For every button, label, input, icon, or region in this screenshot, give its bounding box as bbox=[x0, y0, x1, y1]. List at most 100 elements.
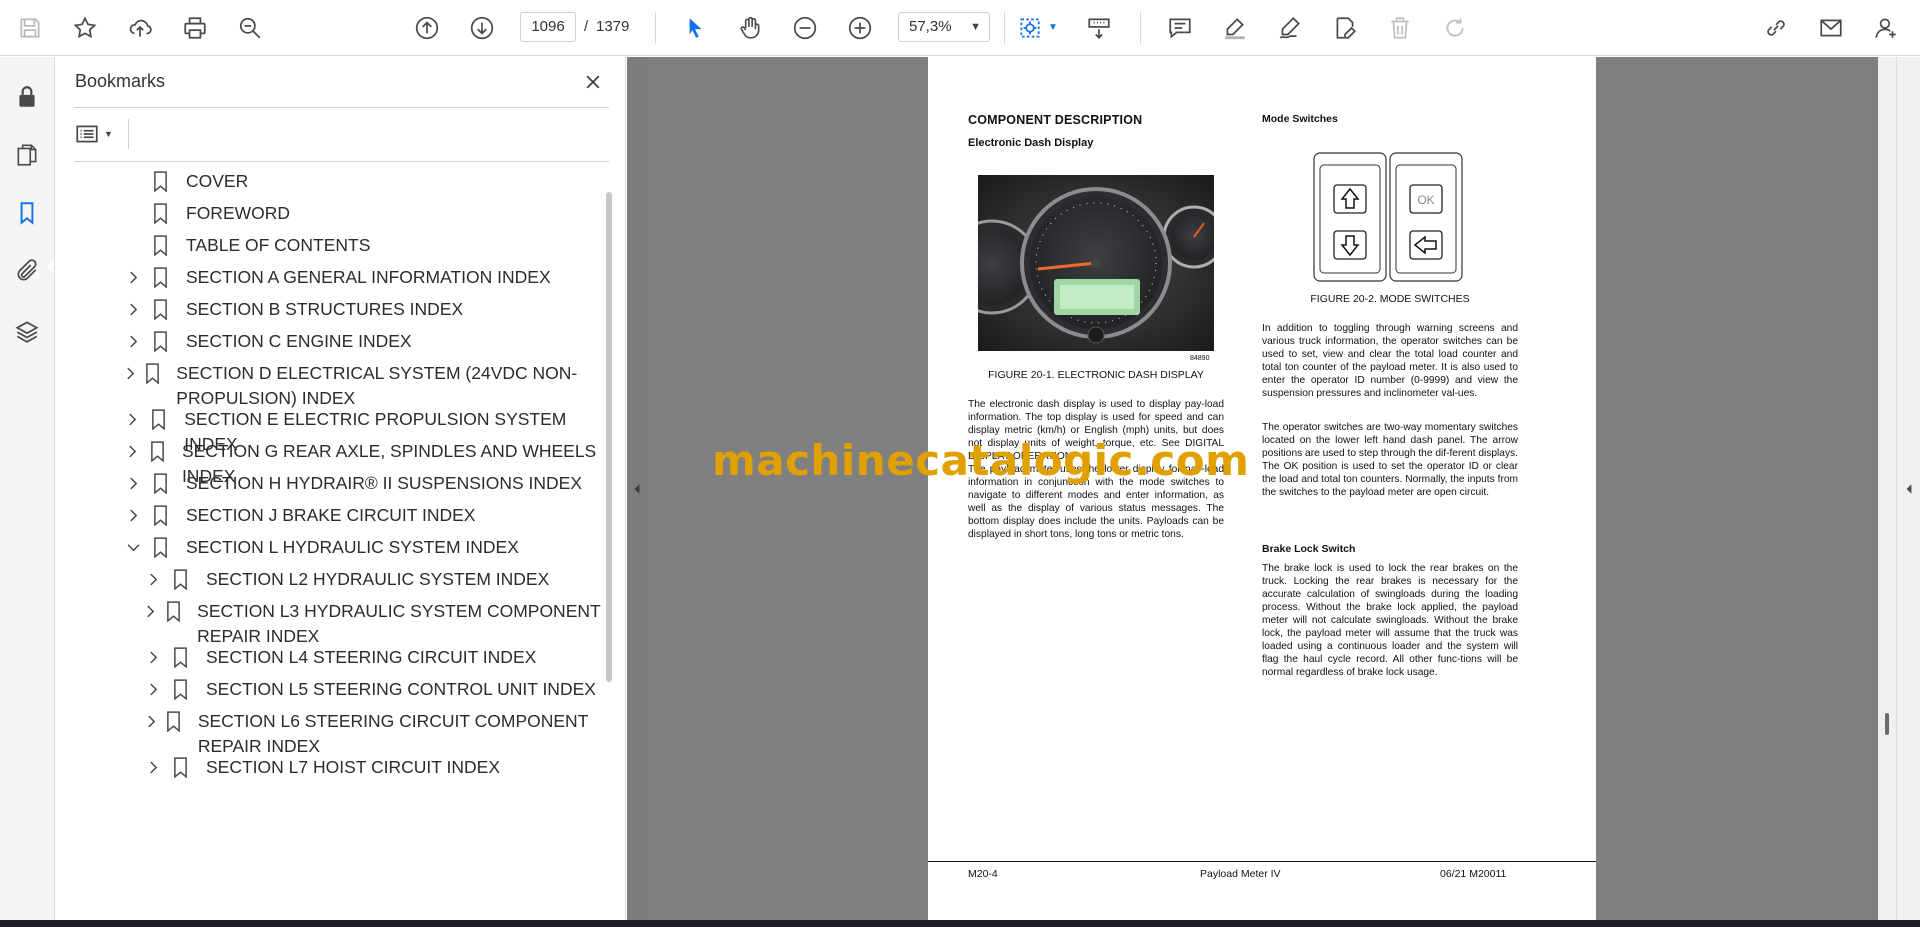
bookmark-icon bbox=[150, 535, 170, 559]
page-heading: COMPONENT DESCRIPTION bbox=[968, 113, 1143, 127]
chevron-right-icon[interactable] bbox=[124, 329, 142, 353]
hand-tool-icon[interactable] bbox=[732, 10, 768, 46]
bookmark-item[interactable]: FOREWORD bbox=[124, 201, 290, 226]
chevron-right-icon[interactable] bbox=[144, 755, 162, 779]
layers-icon[interactable] bbox=[9, 313, 45, 349]
page-number-input[interactable]: 1096 bbox=[520, 12, 576, 42]
ok-switch-label: OK bbox=[1417, 193, 1434, 207]
sign-icon[interactable] bbox=[1272, 10, 1308, 46]
bookmark-label: SECTION B STRUCTURES INDEX bbox=[186, 299, 464, 319]
pages-icon[interactable] bbox=[9, 137, 45, 173]
figure-caption-dash: FIGURE 20-1. ELECTRONIC DASH DISPLAY bbox=[988, 369, 1204, 381]
share-link-icon[interactable] bbox=[1758, 10, 1794, 46]
bookmark-item[interactable]: SECTION L HYDRAULIC SYSTEM INDEX bbox=[124, 535, 519, 560]
chevron-right-icon[interactable] bbox=[144, 567, 162, 591]
select-cursor-icon[interactable] bbox=[677, 10, 713, 46]
zoom-out-icon[interactable] bbox=[787, 10, 823, 46]
attachments-icon[interactable] bbox=[9, 253, 45, 289]
bookmark-icon bbox=[148, 439, 166, 463]
bookmark-icon bbox=[150, 233, 170, 257]
bookmark-icon bbox=[170, 567, 190, 591]
bookmark-item[interactable]: SECTION J BRAKE CIRCUIT INDEX bbox=[124, 503, 475, 528]
chevron-down-icon[interactable]: ▼ bbox=[1048, 22, 1058, 33]
collapse-right-panel-button[interactable] bbox=[1896, 57, 1920, 920]
next-page-icon[interactable] bbox=[464, 10, 500, 46]
bookmark-scrollbar-thumb[interactable] bbox=[606, 192, 612, 682]
bookmark-label: SECTION L4 STEERING CIRCUIT INDEX bbox=[206, 647, 537, 667]
bookmark-icon bbox=[150, 265, 170, 289]
chevron-down-icon: ▼ bbox=[104, 129, 113, 139]
chevron-right-icon[interactable] bbox=[144, 709, 158, 733]
panel-title: Bookmarks bbox=[75, 71, 166, 91]
bookmark-tree: COVER FOREWORD TABLE OF CONTENTS SECTION A … bbox=[56, 169, 604, 920]
paragraph-mode-1: In addition to toggling through warning … bbox=[1262, 323, 1518, 399]
bookmark-spacer bbox=[124, 169, 142, 193]
bookmark-item[interactable]: SECTION H HYDRAIR® II SUSPENSIONS INDEX bbox=[124, 471, 582, 496]
bookmark-item[interactable]: SECTION A GENERAL INFORMATION INDEX bbox=[124, 265, 551, 290]
chevron-right-icon[interactable] bbox=[124, 265, 142, 289]
zoom-in-icon[interactable] bbox=[842, 10, 878, 46]
close-icon[interactable] bbox=[578, 67, 608, 97]
bookmark-item[interactable]: SECTION D ELECTRICAL SYSTEM (24VDC NON-P… bbox=[124, 361, 604, 411]
chevron-right-icon[interactable] bbox=[124, 407, 141, 431]
chevron-right-icon[interactable] bbox=[124, 361, 137, 385]
navigation-rail bbox=[0, 57, 55, 920]
chevron-right-icon[interactable] bbox=[144, 677, 162, 701]
chevron-down-icon[interactable] bbox=[124, 535, 142, 559]
document-scrollbar[interactable] bbox=[1878, 57, 1896, 920]
collapse-left-panel-button[interactable] bbox=[627, 57, 647, 920]
bookmark-item[interactable]: SECTION L2 HYDRAULIC SYSTEM INDEX bbox=[144, 567, 549, 592]
bookmark-item[interactable]: SECTION L7 HOIST CIRCUIT INDEX bbox=[144, 755, 500, 780]
bookmark-label: TABLE OF CONTENTS bbox=[186, 235, 371, 255]
lock-icon[interactable] bbox=[9, 79, 45, 115]
bookmark-item[interactable]: SECTION L4 STEERING CIRCUIT INDEX bbox=[144, 645, 536, 670]
redo-icon[interactable] bbox=[1437, 10, 1473, 46]
previous-page-icon[interactable] bbox=[409, 10, 445, 46]
bookmark-options-button[interactable]: ▼ bbox=[74, 119, 124, 149]
bookmark-item[interactable]: SECTION C ENGINE INDEX bbox=[124, 329, 412, 354]
figure-caption-switches: FIGURE 20-2. MODE SWITCHES bbox=[1310, 293, 1470, 305]
bookmark-icon bbox=[150, 169, 170, 193]
bookmark-item[interactable]: SECTION L3 HYDRAULIC SYSTEM COMPONENT RE… bbox=[144, 599, 604, 649]
document-scrollbar-thumb[interactable] bbox=[1885, 713, 1889, 735]
account-icon[interactable] bbox=[1868, 10, 1904, 46]
chevron-left-icon bbox=[1906, 483, 1911, 494]
bookmark-item[interactable]: TABLE OF CONTENTS bbox=[124, 233, 370, 258]
fill-sign-icon[interactable] bbox=[1327, 10, 1363, 46]
list-options-icon bbox=[76, 125, 98, 143]
marquee-zoom-icon[interactable] bbox=[1012, 10, 1048, 46]
chevron-right-icon[interactable] bbox=[144, 645, 162, 669]
bookmark-icon bbox=[150, 329, 170, 353]
scroll-mode-icon[interactable] bbox=[1081, 10, 1117, 46]
chevron-right-icon[interactable] bbox=[124, 503, 142, 527]
bookmark-spacer bbox=[124, 233, 142, 257]
bookmark-label: FOREWORD bbox=[186, 203, 291, 223]
bookmark-item[interactable]: COVER bbox=[124, 169, 248, 194]
bookmark-icon bbox=[170, 755, 190, 779]
highlight-icon[interactable] bbox=[1217, 10, 1253, 46]
bookmark-label: SECTION L2 HYDRAULIC SYSTEM INDEX bbox=[206, 569, 550, 589]
chevron-right-icon[interactable] bbox=[124, 439, 140, 463]
chevron-right-icon[interactable] bbox=[124, 297, 142, 321]
panel-divider bbox=[128, 119, 129, 149]
email-icon[interactable] bbox=[1813, 10, 1849, 46]
chevron-right-icon[interactable] bbox=[144, 599, 158, 623]
delete-icon[interactable] bbox=[1382, 10, 1418, 46]
subheading-dash-display: Electronic Dash Display bbox=[968, 137, 1094, 149]
photo-reference-number: 84890 bbox=[1190, 355, 1210, 362]
bookmark-item[interactable]: SECTION L5 STEERING CONTROL UNIT INDEX bbox=[144, 677, 596, 702]
find-zoom-icon[interactable] bbox=[232, 10, 268, 46]
upload-icon[interactable] bbox=[122, 10, 158, 46]
comment-icon[interactable] bbox=[1162, 10, 1198, 46]
bookmark-label: SECTION L3 HYDRAULIC SYSTEM COMPONENT RE… bbox=[197, 601, 601, 646]
panel-divider bbox=[74, 107, 609, 108]
bookmark-item[interactable]: SECTION B STRUCTURES INDEX bbox=[124, 297, 463, 322]
print-icon[interactable] bbox=[177, 10, 213, 46]
save-icon[interactable] bbox=[12, 10, 48, 46]
bookmark-star-icon[interactable] bbox=[67, 10, 103, 46]
chevron-right-icon[interactable] bbox=[124, 471, 142, 495]
bookmark-item[interactable]: SECTION L6 STEERING CIRCUIT COMPONENT RE… bbox=[144, 709, 604, 759]
zoom-level-select[interactable]: 57,3% ▼ bbox=[898, 12, 990, 42]
bookmarks-icon[interactable] bbox=[9, 195, 45, 231]
bookmark-label: SECTION D ELECTRICAL SYSTEM (24VDC NON-P… bbox=[176, 363, 578, 408]
